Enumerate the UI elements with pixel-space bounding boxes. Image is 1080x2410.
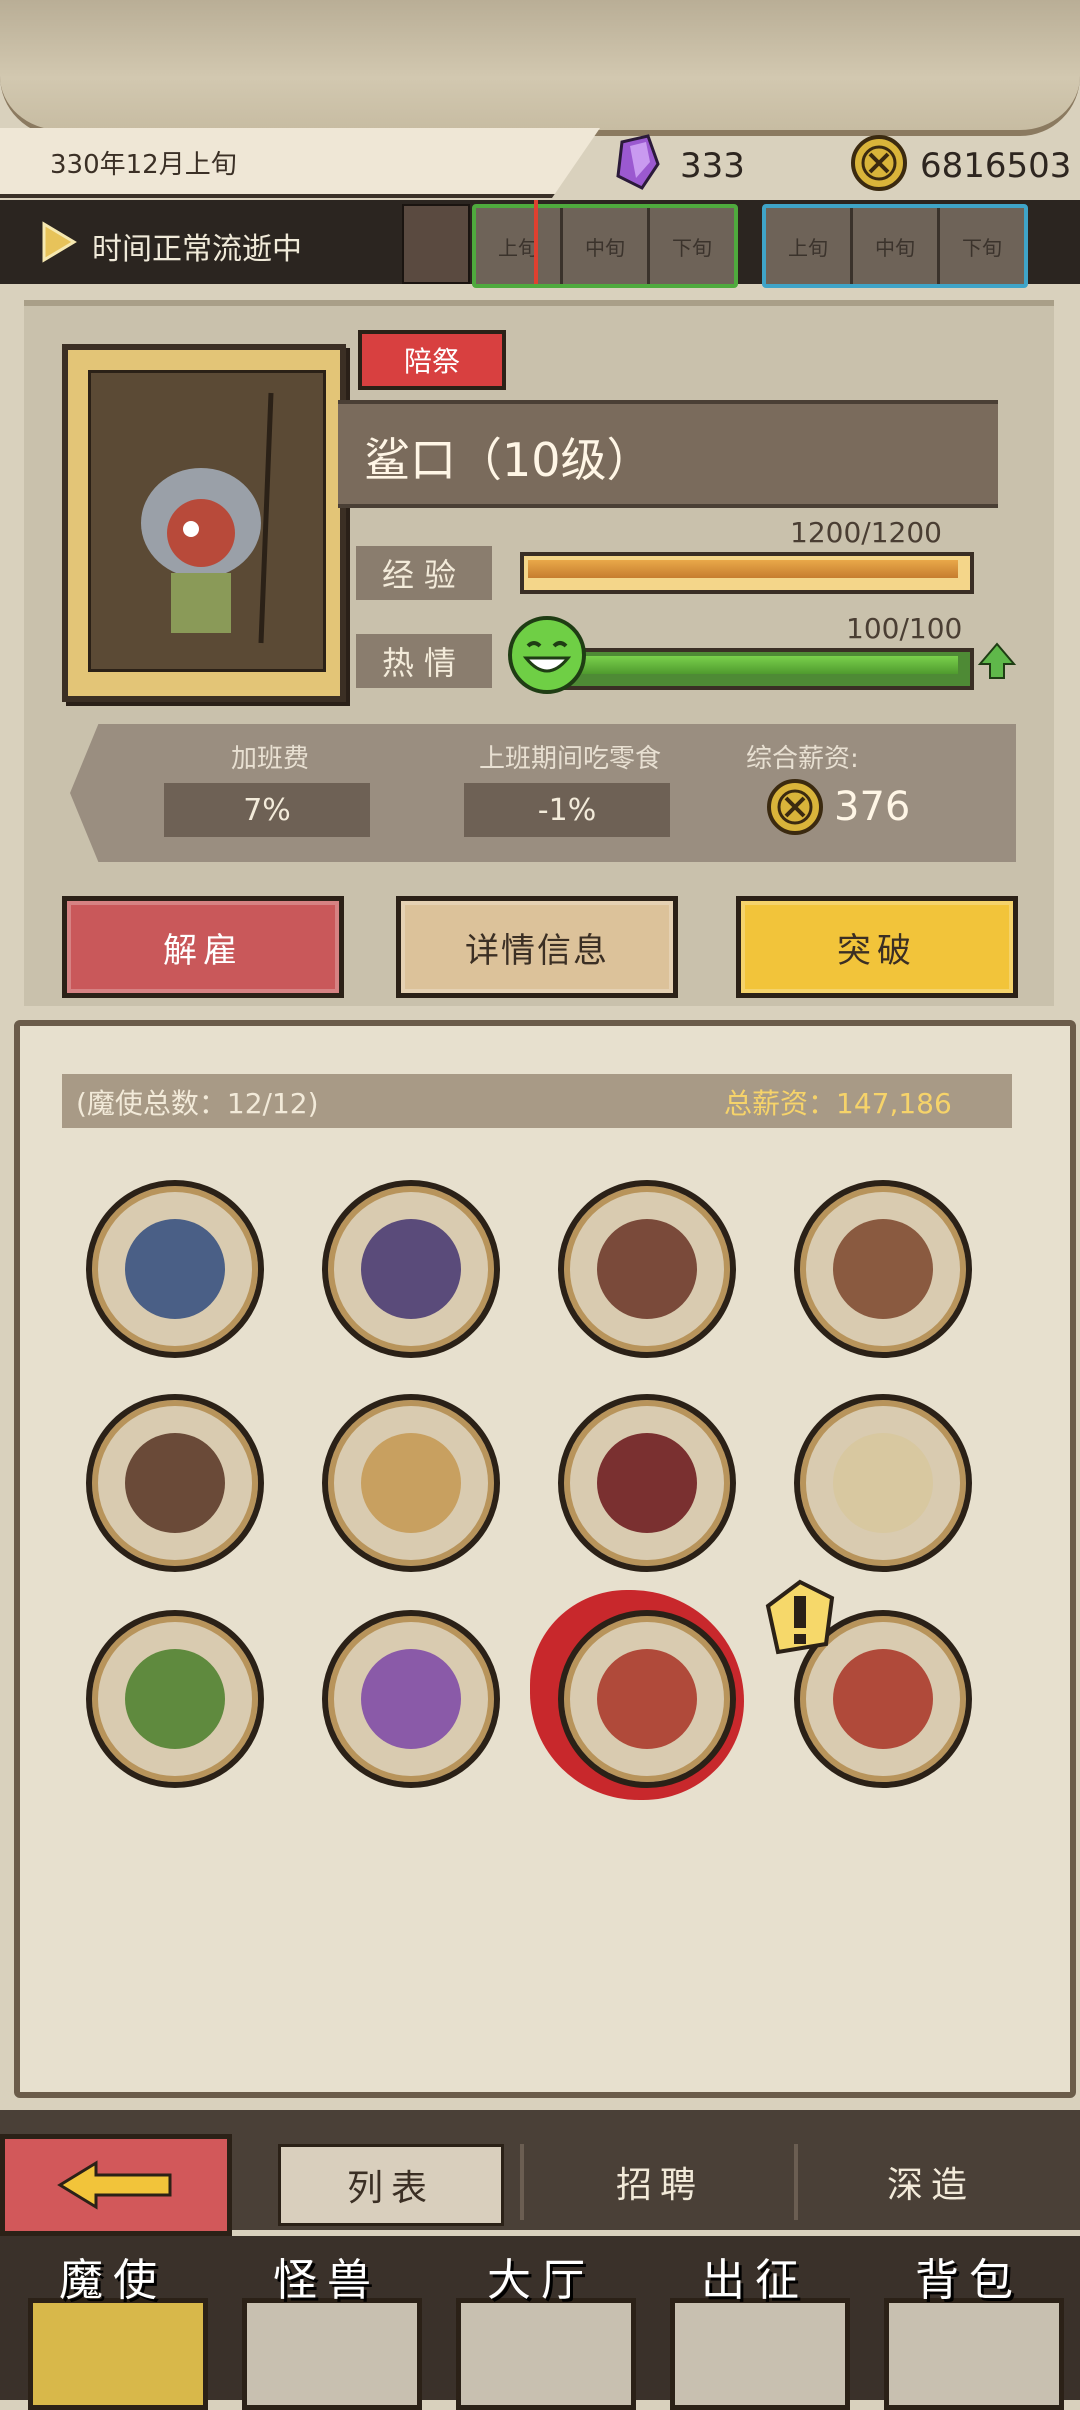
time-status: 时间正常流逝中 bbox=[92, 232, 302, 267]
total-wage-title: 综合薪资: bbox=[746, 744, 859, 774]
monster-icon bbox=[242, 2298, 422, 2410]
tab-divider bbox=[794, 2144, 798, 2220]
period-group-next: 上旬 中旬 下旬 bbox=[762, 204, 1028, 288]
period-cell: 上旬 bbox=[766, 208, 853, 284]
detail-button[interactable]: 详情信息 bbox=[396, 896, 678, 998]
tab-deepen[interactable]: 深造 bbox=[806, 2144, 1056, 2220]
tab-divider bbox=[520, 2144, 524, 2220]
snack-title: 上班期间吃零食 bbox=[478, 744, 661, 774]
avatar-face bbox=[361, 1219, 461, 1319]
main-tab-label: 怪兽 bbox=[273, 2255, 381, 2306]
fire-button[interactable]: 解雇 bbox=[62, 896, 344, 998]
passion-label: 热情 bbox=[356, 634, 492, 688]
snack-penalty: 上班期间吃零食 -1% bbox=[464, 738, 676, 837]
gem-count: 333 bbox=[680, 146, 745, 186]
member-avatar-purple-hood-girl[interactable] bbox=[322, 1610, 500, 1788]
back-arrow-icon bbox=[57, 2160, 172, 2210]
current-period-marker bbox=[534, 200, 538, 284]
gold-coin-icon bbox=[767, 779, 823, 835]
period-cell: 中旬 bbox=[853, 208, 940, 284]
tab-recruit[interactable]: 招聘 bbox=[540, 2144, 780, 2220]
backpack-icon bbox=[884, 2298, 1064, 2410]
main-tab-mage[interactable]: 魔使 bbox=[10, 2236, 216, 2410]
period-cell: 上旬 bbox=[476, 208, 563, 284]
member-avatar-purple-hat-girl[interactable] bbox=[322, 1180, 500, 1358]
main-tab-label: 背包 bbox=[915, 2255, 1023, 2306]
avatar-face bbox=[597, 1219, 697, 1319]
passion-value: 100/100 bbox=[846, 612, 963, 645]
member-avatar-red-eye-girl[interactable] bbox=[558, 1394, 736, 1572]
gold-coin-icon bbox=[851, 135, 907, 191]
main-tab-label: 出征 bbox=[701, 2255, 809, 2306]
avatar-face bbox=[361, 1433, 461, 1533]
avatar-face bbox=[361, 1649, 461, 1749]
total-salary: 总薪资：147,186 bbox=[724, 1087, 952, 1120]
member-count: (魔使总数：12/12) bbox=[76, 1087, 319, 1120]
alert-icon bbox=[765, 1579, 835, 1655]
avatar-face bbox=[597, 1433, 697, 1533]
main-tab-label: 大厅 bbox=[487, 2255, 595, 2306]
date-text: 330年12月上旬 bbox=[50, 150, 237, 180]
period-group-current: 上旬 中旬 下旬 bbox=[472, 204, 738, 288]
member-avatar-frog-hood-girl[interactable] bbox=[86, 1610, 264, 1788]
period-cell: 下旬 bbox=[940, 208, 1024, 284]
member-avatar-witch-girl[interactable] bbox=[322, 1394, 500, 1572]
exp-value: 1200/1200 bbox=[790, 516, 942, 549]
member-avatar-purple-horn-girl[interactable] bbox=[794, 1394, 972, 1572]
skull-icon bbox=[28, 2298, 208, 2410]
overtime-title: 加班费 bbox=[230, 744, 309, 774]
snack-value: -1% bbox=[464, 783, 670, 837]
exp-bar-fill bbox=[528, 560, 958, 578]
period-cell: 中旬 bbox=[563, 208, 650, 284]
avatar-face bbox=[833, 1433, 933, 1533]
avatar-face bbox=[833, 1649, 933, 1749]
member-avatar-white-hair-warrior[interactable] bbox=[794, 1180, 972, 1358]
main-tab-backpack[interactable]: 背包 bbox=[866, 2236, 1072, 2410]
passion-bar-fill bbox=[568, 656, 958, 674]
unit-tag: 陪祭 bbox=[358, 330, 506, 390]
tab-list[interactable]: 列表 bbox=[278, 2144, 504, 2226]
current-event-avatar[interactable] bbox=[402, 204, 470, 284]
main-tab-monster[interactable]: 怪兽 bbox=[224, 2236, 430, 2410]
main-tab-hall[interactable]: 大厅 bbox=[438, 2236, 644, 2410]
member-avatar-checkered-hat-girl[interactable] bbox=[558, 1180, 736, 1358]
member-avatar-horned-hunter[interactable] bbox=[86, 1394, 264, 1572]
hall-icon bbox=[456, 2298, 636, 2410]
arrow-up-icon bbox=[977, 642, 1017, 679]
top-scroll-decoration bbox=[0, 0, 1080, 136]
breakthrough-button[interactable]: 突破 bbox=[736, 896, 1018, 998]
member-avatar-shark-mouth[interactable] bbox=[558, 1610, 736, 1788]
play-icon[interactable] bbox=[40, 220, 78, 264]
main-tab-expedition[interactable]: 出征 bbox=[652, 2236, 858, 2410]
member-avatar-hooded-mage[interactable] bbox=[86, 1180, 264, 1358]
unit-portrait bbox=[88, 370, 326, 672]
unit-name: 鲨口（10级） bbox=[364, 433, 653, 487]
exp-label: 经验 bbox=[356, 546, 492, 600]
avatar-face bbox=[833, 1219, 933, 1319]
happy-face-icon bbox=[508, 616, 586, 694]
period-cell: 下旬 bbox=[650, 208, 734, 284]
gold-count: 6816503 bbox=[920, 146, 1072, 186]
purple-crystal-icon bbox=[616, 134, 660, 190]
main-tab-label: 魔使 bbox=[59, 2255, 167, 2306]
total-wage-value: 376 bbox=[834, 784, 911, 830]
avatar-face bbox=[125, 1433, 225, 1533]
overtime-value: 7% bbox=[164, 783, 370, 837]
avatar-face bbox=[125, 1649, 225, 1749]
avatar-face bbox=[597, 1649, 697, 1749]
expedition-icon bbox=[670, 2298, 850, 2410]
overtime-pay: 加班费 7% bbox=[164, 738, 376, 837]
back-button[interactable] bbox=[0, 2134, 232, 2236]
avatar-face bbox=[125, 1219, 225, 1319]
